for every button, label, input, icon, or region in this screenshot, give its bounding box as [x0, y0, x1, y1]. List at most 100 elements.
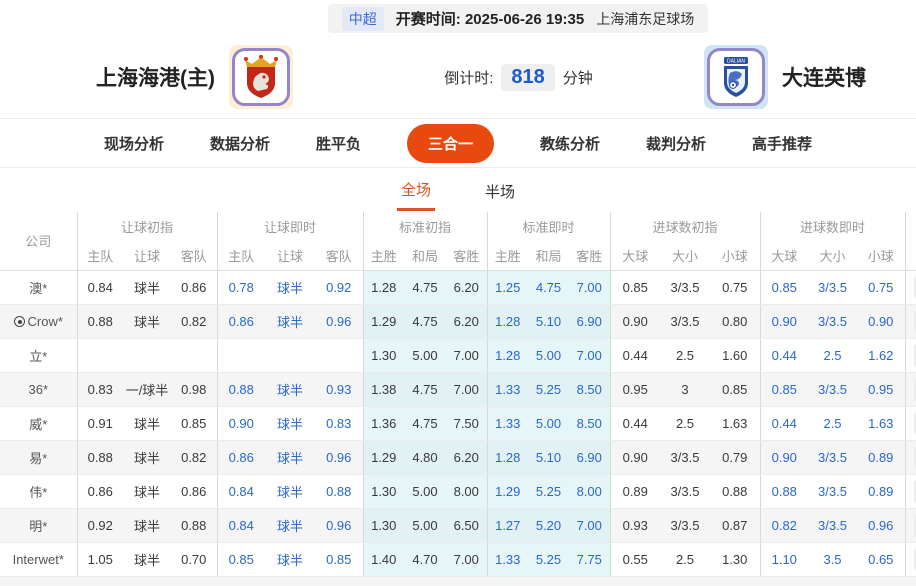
odds-cell: 0.88	[171, 508, 217, 543]
odds-cell: 0.85	[759, 270, 809, 305]
odds-cell: 0.96	[857, 508, 906, 543]
odds-group-header-row: 公司 让球初指 让球即时 标准初指 标准即时 进球数初指 进球数即时	[0, 212, 916, 271]
company-cell: Interwet*	[0, 542, 77, 577]
odds-cell: 7.00	[569, 338, 610, 373]
odds-cell: 2.5	[660, 542, 710, 577]
odds-cell: 0.89	[609, 474, 660, 509]
detail-cell: 详	[904, 508, 916, 543]
subheader-cell: 大小	[808, 241, 858, 271]
subheader-cell: 大球	[759, 241, 809, 271]
odds-cell: 8.00	[446, 474, 487, 509]
odds-cell: 0.85	[759, 372, 809, 407]
tab-live-analysis[interactable]: 现场分析	[104, 133, 164, 154]
odds-cell: 0.70	[171, 542, 217, 577]
company-cell: 威*	[0, 406, 77, 441]
odds-cell: 5.25	[528, 474, 569, 509]
subheader-cell: 大小	[660, 241, 710, 271]
odds-cell: 1.63	[857, 406, 906, 441]
home-crest-icon	[232, 48, 290, 106]
odds-cell: 3/3.5	[808, 508, 858, 543]
odds-cell: 1.30	[362, 474, 404, 509]
odds-cell: 0.75	[710, 270, 761, 305]
subtab-full-match[interactable]: 全场	[396, 169, 435, 211]
subheader-cell: 主队	[216, 241, 265, 271]
odds-cell: 0.88	[759, 474, 809, 509]
odds-cell: 0.98	[171, 372, 217, 407]
odds-cell: 0.95	[609, 372, 660, 407]
odds-cell: 球半	[123, 474, 171, 509]
odds-cell: 8.00	[569, 474, 610, 509]
odds-cell: 0.90	[609, 440, 660, 475]
odds-cell: 0.82	[759, 508, 809, 543]
odds-row: Crow* 0.88 球半 0.82 0.86 球半 0.96 1.29 4.75 6.20 1.2…	[0, 304, 916, 339]
tab-data-analysis[interactable]: 数据分析	[210, 133, 270, 154]
odds-cell: 0.84	[76, 270, 123, 305]
odds-cell: 5.25	[528, 542, 569, 577]
odds-cell: 0.88	[76, 440, 123, 475]
tab-expert-picks[interactable]: 高手推荐	[752, 133, 812, 154]
odds-cell: 6.90	[569, 440, 610, 475]
odds-cell: 球半	[265, 372, 315, 407]
odds-cell: 0.65	[857, 542, 906, 577]
odds-cell: 3/3.5	[808, 270, 858, 305]
subheader-cell: 和局	[404, 241, 446, 271]
odds-cell	[76, 338, 123, 373]
odds-cell: 1.40	[362, 542, 404, 577]
tab-referee-analysis[interactable]: 裁判分析	[646, 133, 706, 154]
odds-cell: 1.28	[486, 338, 528, 373]
detail-header	[904, 212, 916, 271]
odds-cell: 0.44	[759, 338, 809, 373]
odds-cell: 0.88	[315, 474, 363, 509]
tab-coach-analysis[interactable]: 教练分析	[540, 133, 600, 154]
odds-cell: 1.33	[486, 372, 528, 407]
odds-cell: 0.83	[315, 406, 363, 441]
away-crest-icon: DALIAN	[707, 48, 765, 106]
detail-cell: 详	[904, 270, 916, 305]
group-standard-initial: 标准初指	[362, 212, 487, 241]
league-badge[interactable]: 中超	[341, 6, 384, 31]
countdown: 倒计时: 818 分钟	[444, 63, 593, 91]
odds-cell: 3/3.5	[808, 304, 858, 339]
odds-row: Interwet* 1.05 球半 0.70 0.85 球半 0.85 1.40 4.70 7.0…	[0, 542, 916, 577]
odds-cell: 7.00	[569, 508, 610, 543]
odds-row: 易* 0.88 球半 0.82 0.86 球半 0.96 1.29 4.80 6.20 1.28 5.…	[0, 440, 916, 475]
subtab-half-match[interactable]: 半场	[481, 171, 519, 210]
subheader-cell: 客胜	[569, 241, 610, 271]
subheader-cell: 小球	[710, 241, 761, 271]
odds-table: 公司 让球初指 让球即时 标准初指 标准即时 进球数初指 进球数即时 主队 让球客…	[0, 212, 916, 586]
group-goals-live: 进球数即时	[759, 212, 906, 241]
away-team: DALIAN 大连英博	[704, 45, 866, 109]
odds-cell: 7.00	[446, 338, 487, 373]
odds-cell: 0.79	[710, 440, 761, 475]
nav-tabs: 现场分析 数据分析 胜平负 三合一 教练分析 裁判分析 高手推荐	[0, 119, 916, 168]
subheader-cell: 主队	[76, 241, 123, 271]
odds-cell	[123, 338, 171, 373]
odds-cell: 球半	[265, 542, 315, 577]
kickoff-label: 开赛时间:	[395, 11, 461, 28]
tab-three-in-one[interactable]: 三合一	[406, 123, 494, 163]
odds-cell: 5.20	[528, 508, 569, 543]
odds-row: 36* 0.83 一/球半 0.98 0.88 球半 0.93 1.38 4.75 7.00 1.3…	[0, 372, 916, 407]
group-handicap-initial: 让球初指	[76, 212, 217, 241]
subheader-cell: 客队	[315, 241, 363, 271]
odds-cell: 1.28	[362, 270, 404, 305]
company-cell: Crow*	[0, 304, 77, 339]
subheader-cell: 主胜	[362, 241, 404, 271]
odds-cell: 球半	[265, 474, 315, 509]
odds-row: 伟* 0.86 球半 0.86 0.84 球半 0.88 1.30 5.00 8.00 1.29 5.…	[0, 474, 916, 509]
odds-cell: 0.78	[216, 270, 265, 305]
soccer-ball-icon	[13, 315, 25, 327]
subheader-cell: 小球	[857, 241, 906, 271]
odds-cell: 0.44	[609, 338, 660, 373]
venue: 上海浦东足球场	[596, 10, 695, 27]
odds-cell: 5.10	[528, 440, 569, 475]
odds-cell: 球半	[123, 508, 171, 543]
odds-cell: 4.75	[404, 406, 446, 441]
odds-cell: 1.62	[857, 338, 906, 373]
odds-cell: 7.00	[569, 270, 610, 305]
odds-cell: 0.75	[857, 270, 906, 305]
subheader-cell: 和局	[528, 241, 569, 271]
company-cell: 易*	[0, 440, 77, 475]
odds-cell: 1.33	[486, 542, 528, 577]
tab-win-draw-lose[interactable]: 胜平负	[316, 133, 361, 154]
